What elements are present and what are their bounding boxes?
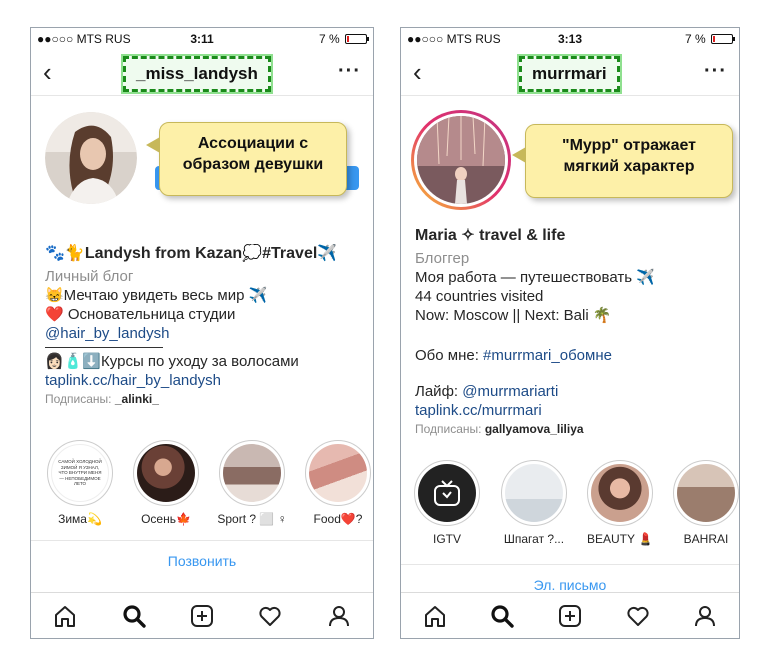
bio-divider bbox=[45, 347, 163, 348]
home-icon[interactable] bbox=[420, 601, 450, 631]
add-icon[interactable] bbox=[187, 601, 217, 631]
profile-header: ‹ murrmari ··· bbox=[401, 52, 739, 96]
email-button-label: Эл. письмо bbox=[533, 577, 607, 593]
callout-text: Ассоциации с образом девушки bbox=[182, 135, 324, 173]
annotation-callout: Ассоциации с образом девушки bbox=[146, 122, 347, 196]
back-icon[interactable]: ‹ bbox=[43, 58, 52, 86]
highlight-label: Осень🍁 bbox=[141, 512, 191, 526]
home-icon[interactable] bbox=[50, 601, 80, 631]
highlight-item[interactable]: Food❤️? bbox=[295, 440, 373, 526]
highlight-label: Food❤️? bbox=[313, 512, 363, 526]
profile-icon[interactable] bbox=[690, 601, 720, 631]
followed-by-label: Подписаны: bbox=[415, 422, 482, 436]
status-bar: ●●○○○ MTS RUS 3:13 7 % bbox=[401, 28, 739, 50]
annotation-callout: "Мурр" отражает мягкий характер bbox=[512, 124, 733, 198]
bio-line: ❤️ Основательница студии bbox=[45, 306, 236, 323]
bio-life: Лайф: @murrmariarti bbox=[415, 382, 731, 401]
profile-avatar[interactable] bbox=[411, 110, 511, 210]
bio-life-label: Лайф: bbox=[415, 383, 459, 400]
phone-screen-right: ●●○○○ MTS RUS 3:13 7 % ‹ murrmari ··· "М… bbox=[400, 27, 740, 639]
stats-fragment bbox=[349, 136, 359, 156]
profile-avatar[interactable] bbox=[45, 112, 137, 204]
profile-bio: Maria ✧ travel & life Блоггер Моя работа… bbox=[415, 226, 731, 439]
battery-icon bbox=[345, 34, 369, 44]
highlight-item[interactable]: BAHRAI bbox=[663, 460, 739, 546]
bio-category: Блоггер bbox=[415, 250, 470, 267]
callout-text: "Мурр" отражает мягкий характер bbox=[561, 137, 697, 175]
bio-hashtag-link[interactable]: #murrmari_обомне bbox=[483, 347, 612, 364]
bio-line: Моя работа — путешествовать ✈️ bbox=[415, 269, 655, 286]
bio-about-label: Обо мне: bbox=[415, 347, 479, 364]
highlight-item[interactable]: Осень🍁 bbox=[123, 440, 209, 526]
bio-line: Now: Moscow || Next: Bali 🌴 bbox=[415, 307, 612, 324]
followed-by-user[interactable]: gallyamova_liliya bbox=[485, 422, 584, 436]
bio-category: Личный блог bbox=[45, 268, 134, 285]
followed-by-user[interactable]: _alinki_ bbox=[115, 392, 159, 406]
avatar-photo bbox=[45, 112, 137, 204]
bio-website-link[interactable]: taplink.cc/murrmari bbox=[415, 401, 731, 420]
heart-icon[interactable] bbox=[623, 601, 653, 631]
call-button[interactable]: Позвонить bbox=[31, 540, 373, 569]
battery-status: 7 % bbox=[318, 32, 369, 46]
more-icon[interactable]: ··· bbox=[338, 60, 361, 83]
bottom-tab-bar bbox=[401, 592, 739, 638]
bio-line: 👩🏻🧴⬇️Курсы по уходу за волосами bbox=[45, 353, 299, 370]
profile-username: murrmari bbox=[532, 64, 607, 83]
bio-name: Maria ✧ travel & life bbox=[415, 227, 566, 244]
bio-line: 44 countries visited bbox=[415, 288, 544, 305]
igtv-icon bbox=[434, 480, 460, 506]
followed-by-label: Подписаны: bbox=[45, 392, 112, 406]
battery-icon bbox=[711, 34, 735, 44]
bio-about: Обо мне: #murrmari_обомне bbox=[415, 346, 731, 365]
bottom-tab-bar bbox=[31, 592, 373, 638]
avatar-photo bbox=[417, 115, 505, 204]
status-bar: ●●○○○ MTS RUS 3:11 7 % bbox=[31, 28, 373, 50]
profile-icon[interactable] bbox=[324, 601, 354, 631]
story-highlights: САМОЙ ХОЛОДНОЙ ЗИМОЙ Я УЗНАЛ, ЧТО ВНУТРИ… bbox=[37, 440, 373, 526]
username-highlight: murrmari bbox=[519, 56, 620, 92]
highlight-label: IGTV bbox=[432, 532, 461, 546]
search-icon[interactable] bbox=[119, 601, 149, 631]
highlight-item[interactable]: IGTV bbox=[403, 460, 491, 546]
search-icon[interactable] bbox=[487, 601, 517, 631]
bio-mention-link[interactable]: @murrmariarti bbox=[462, 383, 558, 400]
highlight-item[interactable]: Шпагат ?... bbox=[491, 460, 577, 546]
highlight-item[interactable]: Sport ? ⬜ ♀ bbox=[209, 440, 295, 526]
email-button[interactable]: Эл. письмо bbox=[401, 564, 739, 593]
highlight-item[interactable]: BEAUTY 💄 bbox=[577, 460, 663, 546]
bio-website-link[interactable]: taplink.cc/hair_by_landysh bbox=[45, 371, 365, 390]
call-button-label: Позвонить bbox=[167, 553, 237, 569]
heart-icon[interactable] bbox=[255, 601, 285, 631]
profile-bio: 🐾🐈Landysh from Kazan💭#Travel✈️ Личный бл… bbox=[45, 244, 365, 409]
battery-status: 7 % bbox=[684, 32, 735, 46]
highlight-label: BAHRAI bbox=[683, 532, 729, 546]
followed-by: Подписаны: _alinki_ bbox=[45, 390, 365, 409]
highlight-label: Sport ? ⬜ ♀ bbox=[217, 512, 287, 526]
bio-name: 🐾🐈Landysh from Kazan💭#Travel✈️ bbox=[45, 245, 338, 262]
profile-username: _miss_landysh bbox=[136, 64, 258, 83]
add-icon[interactable] bbox=[555, 601, 585, 631]
bio-line: 😸Мечтаю увидеть весь мир ✈️ bbox=[45, 287, 268, 304]
username-highlight: _miss_landysh bbox=[123, 56, 271, 92]
phone-screen-left: ●●○○○ MTS RUS 3:11 7 % ‹ _miss_landysh ·… bbox=[30, 27, 374, 639]
story-highlights: IGTV Шпагат ?... BEAUTY 💄 BAHRAI bbox=[403, 460, 739, 546]
back-icon[interactable]: ‹ bbox=[413, 58, 422, 86]
bio-mention-link[interactable]: @hair_by_landysh bbox=[45, 324, 365, 343]
battery-percent: 7 % bbox=[684, 32, 706, 46]
more-icon[interactable]: ··· bbox=[704, 60, 727, 83]
highlight-label: Шпагат ?... bbox=[503, 532, 565, 546]
followed-by: Подписаны: gallyamova_liliya bbox=[415, 420, 731, 439]
profile-header: ‹ _miss_landysh ··· bbox=[31, 52, 373, 96]
highlight-item[interactable]: САМОЙ ХОЛОДНОЙ ЗИМОЙ Я УЗНАЛ, ЧТО ВНУТРИ… bbox=[37, 440, 123, 526]
highlight-label: Зима💫 bbox=[58, 512, 102, 526]
highlight-label: BEAUTY 💄 bbox=[586, 532, 654, 546]
highlight-cover-text: САМОЙ ХОЛОДНОЙ ЗИМОЙ Я УЗНАЛ, ЧТО ВНУТРИ… bbox=[58, 459, 102, 487]
battery-percent: 7 % bbox=[318, 32, 340, 46]
